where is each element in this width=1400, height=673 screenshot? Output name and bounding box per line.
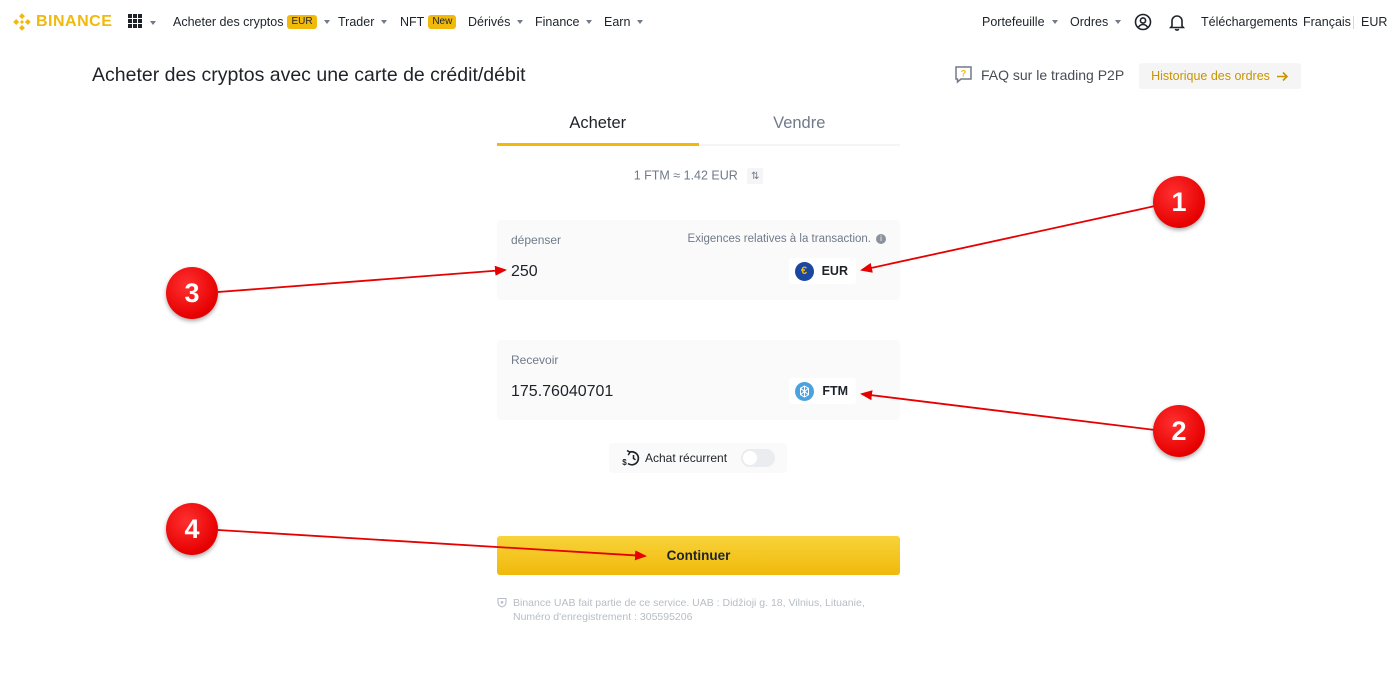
recurring-dollar-icon: $ xyxy=(622,449,640,467)
swap-rate-icon[interactable]: ⇅ xyxy=(747,168,764,184)
nav-wallet[interactable]: Portefeuille xyxy=(982,15,1058,29)
nav-label: Earn xyxy=(604,15,631,29)
fantom-coin-icon xyxy=(795,381,815,401)
nav-label: Trader xyxy=(338,15,375,29)
recurring-buy-toggle[interactable] xyxy=(741,449,775,467)
euro-coin-icon: € xyxy=(794,261,814,281)
annotation-arrow-2 xyxy=(860,390,1156,431)
nav-downloads[interactable]: Téléchargements xyxy=(1201,15,1298,29)
tab-sell[interactable]: Vendre xyxy=(699,104,901,144)
page-title: Acheter des cryptos avec une carte de cr… xyxy=(92,64,526,86)
receive-currency-code: FTM xyxy=(822,384,848,398)
order-history-button[interactable]: Historique des ordres xyxy=(1139,63,1301,89)
notification-bell-icon[interactable] xyxy=(1167,12,1187,32)
nav-label: Acheter des cryptos xyxy=(173,15,284,29)
binance-logo[interactable]: BINANCE xyxy=(12,12,112,32)
faq-link[interactable]: ? FAQ sur le trading P2P xyxy=(954,65,1124,84)
spend-amount-input[interactable] xyxy=(511,263,761,281)
recurring-buy-row: $ Achat récurrent xyxy=(609,443,787,473)
nav-label: EUR xyxy=(1361,15,1388,29)
receive-card: Recevoir FTM xyxy=(497,340,900,420)
requirements-text: Exigences relatives à la transaction. xyxy=(687,233,871,245)
nav-label: Français xyxy=(1303,15,1351,29)
nav-label: Téléchargements xyxy=(1201,15,1298,29)
legal-notice: Binance UAB fait partie de ce service. U… xyxy=(497,596,897,624)
nav-finance[interactable]: Finance xyxy=(535,15,593,29)
new-badge: New xyxy=(428,15,457,29)
nav-label: NFT xyxy=(400,15,425,29)
annotation-arrow-1 xyxy=(860,205,1156,273)
annotation-marker-4: 4 xyxy=(166,503,218,555)
apps-caret-icon xyxy=(150,21,156,25)
binance-logo-icon xyxy=(13,13,31,31)
nav-label: Ordres xyxy=(1070,15,1109,29)
svg-text:$: $ xyxy=(622,458,627,467)
transaction-requirements-link[interactable]: Exigences relatives à la transaction. i xyxy=(688,233,886,245)
chevron-down-icon xyxy=(586,20,593,24)
receive-amount-input[interactable] xyxy=(511,383,761,401)
spend-card: dépenser Exigences relatives à la transa… xyxy=(497,220,900,300)
buy-sell-tabs: Acheter Vendre xyxy=(497,104,900,146)
nav-label: Finance xyxy=(535,15,580,29)
history-label: Historique des ordres xyxy=(1151,69,1270,83)
receive-currency-selector[interactable]: FTM xyxy=(789,378,856,404)
info-icon: i xyxy=(876,234,886,244)
annotation-marker-2: 2 xyxy=(1153,405,1205,457)
shield-icon xyxy=(497,597,507,608)
legal-text: Binance UAB fait partie de ce service. U… xyxy=(513,597,865,623)
profile-icon[interactable] xyxy=(1133,12,1153,32)
spend-currency-selector[interactable]: € EUR xyxy=(788,258,856,284)
nav-label: Portefeuille xyxy=(982,15,1045,29)
svg-text:?: ? xyxy=(961,69,967,79)
currency-badge: EUR xyxy=(287,15,317,29)
annotation-marker-3: 3 xyxy=(166,267,218,319)
nav-trader[interactable]: Trader xyxy=(338,15,388,29)
annotation-arrow-3 xyxy=(217,265,507,293)
nav-orders[interactable]: Ordres xyxy=(1070,15,1122,29)
brand-name: BINANCE xyxy=(36,13,113,30)
exchange-rate: 1 FTM ≈ 1.42 EUR ⇅ xyxy=(497,168,900,184)
chevron-down-icon xyxy=(637,20,644,24)
chevron-down-icon xyxy=(1115,20,1122,24)
top-nav: BINANCE Acheter des cryptos EUR Trader N… xyxy=(0,0,1400,46)
spend-label: dépenser xyxy=(511,233,562,247)
spend-currency-code: EUR xyxy=(821,264,848,278)
chevron-down-icon xyxy=(381,20,388,24)
recurring-label: Achat récurrent xyxy=(645,451,728,465)
apps-grid-icon[interactable] xyxy=(128,14,142,28)
faq-question-icon: ? xyxy=(955,66,972,84)
annotation-marker-1: 1 xyxy=(1153,176,1205,228)
nav-divider xyxy=(1353,16,1354,29)
currency-selector[interactable]: EUR xyxy=(1361,15,1387,29)
language-selector[interactable]: Français xyxy=(1303,15,1351,29)
chevron-down-icon xyxy=(323,20,330,24)
arrow-right-icon xyxy=(1276,71,1289,81)
nav-earn[interactable]: Earn xyxy=(604,15,644,29)
chevron-down-icon xyxy=(1051,20,1058,24)
nav-derivatives[interactable]: Dérivés xyxy=(468,15,524,29)
continue-button[interactable]: Continuer xyxy=(497,536,900,575)
nav-label: Dérivés xyxy=(468,15,511,29)
rate-text: 1 FTM ≈ 1.42 EUR xyxy=(633,168,738,183)
receive-label: Recevoir xyxy=(511,353,559,367)
nav-buy-crypto[interactable]: Acheter des cryptos EUR xyxy=(173,15,330,29)
faq-label: FAQ sur le trading P2P xyxy=(981,66,1125,83)
chevron-down-icon xyxy=(517,20,524,24)
nav-nft[interactable]: NFT New xyxy=(400,15,457,29)
tab-buy[interactable]: Acheter xyxy=(497,104,699,146)
